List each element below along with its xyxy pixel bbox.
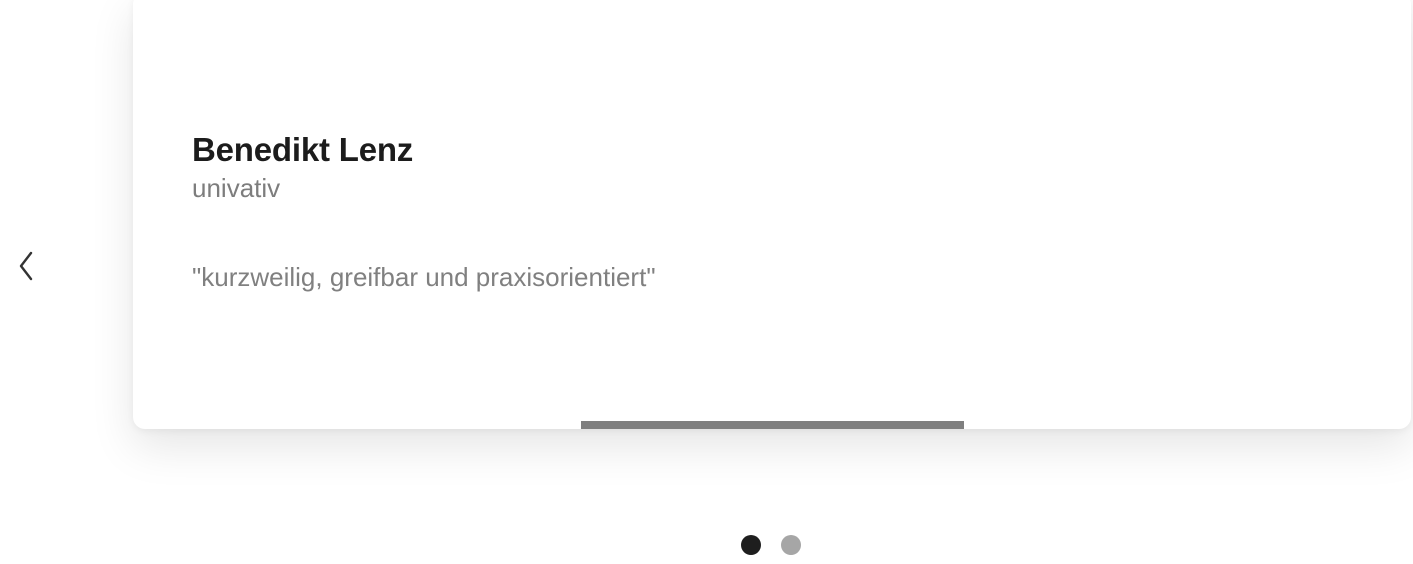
pagination-dot-2[interactable]	[781, 535, 801, 555]
pagination-dot-1[interactable]	[741, 535, 761, 555]
carousel-pagination	[741, 535, 801, 555]
testimonial-carousel: Benedikt Lenz univativ "kurzweilig, grei…	[0, 0, 1413, 564]
testimonial-author-name: Benedikt Lenz	[192, 131, 414, 168]
slide-progress-bar	[581, 421, 964, 429]
testimonial-quote: "kurzweilig, greifbar und praxisorientie…	[192, 262, 656, 292]
testimonial-card: Benedikt Lenz univativ "kurzweilig, grei…	[133, 0, 1411, 429]
chevron-left-icon	[19, 251, 33, 281]
testimonial-company: univativ	[192, 173, 281, 203]
previous-slide-button[interactable]	[6, 244, 46, 288]
testimonial-content: Benedikt Lenz univativ "kurzweilig, grei…	[192, 130, 1371, 293]
